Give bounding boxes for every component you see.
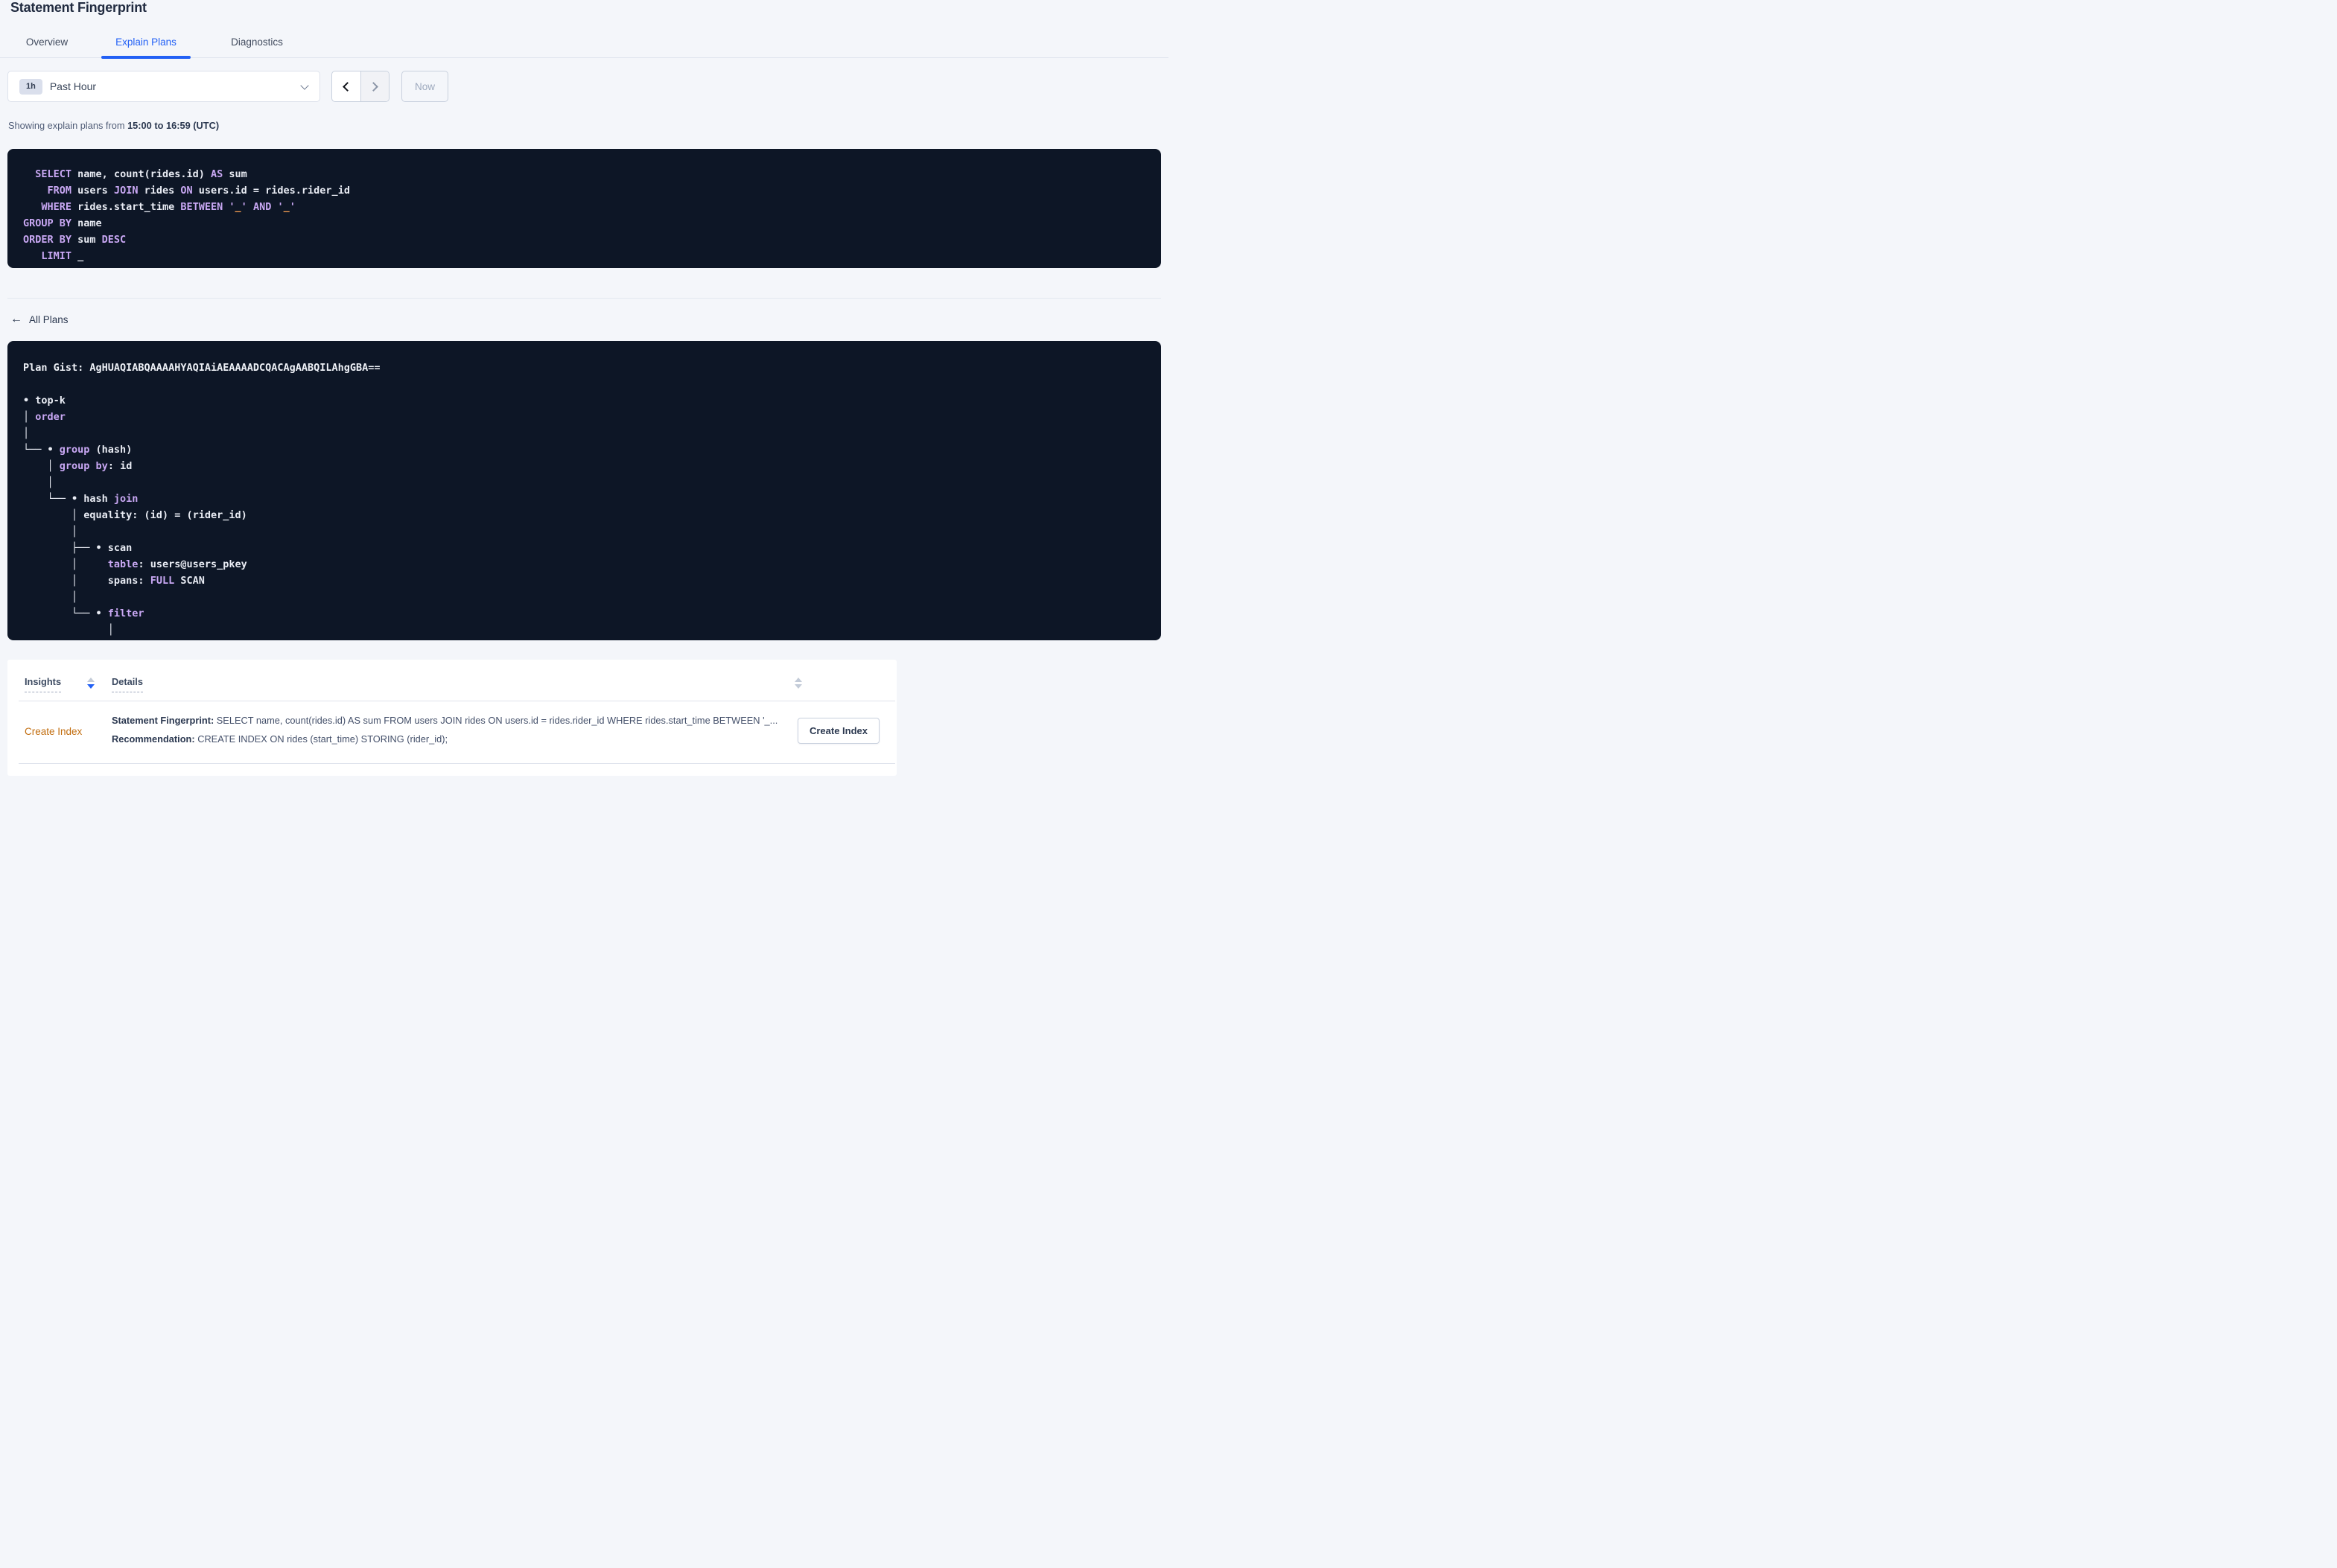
next-time-button[interactable] xyxy=(360,71,389,101)
column-header-insights[interactable]: Insights xyxy=(25,676,62,692)
all-plans-back-link[interactable]: ← All Plans xyxy=(10,313,69,325)
detail-recommendation-label: Recommendation: xyxy=(112,733,195,745)
table-row-divider xyxy=(19,763,895,764)
now-button[interactable]: Now xyxy=(401,71,448,102)
sort-up-triangle xyxy=(87,678,95,682)
plan-tree: • top-k │ order │ └── • group (hash) │ grou… xyxy=(23,395,247,636)
chevron-down-icon xyxy=(300,81,309,90)
sql-statement-code: SELECT name, count(rides.id) AS sum FROM… xyxy=(23,168,350,262)
page-title: Statement Fingerprint xyxy=(10,0,147,15)
create-index-button[interactable]: Create Index xyxy=(797,718,880,744)
all-plans-label: All Plans xyxy=(29,313,69,325)
insights-table-card: Insights Details Create Index Statement … xyxy=(7,660,897,776)
time-nav-group xyxy=(331,71,390,102)
tab-explain-plans[interactable]: Explain Plans xyxy=(101,30,191,59)
time-range-value: Past Hour xyxy=(49,80,97,92)
detail-recommendation-text: CREATE INDEX ON rides (start_time) STORI… xyxy=(194,733,448,745)
tab-bar: Overview Explain Plans Diagnostics xyxy=(0,30,1168,59)
sort-down-triangle xyxy=(87,684,95,689)
sort-down-triangle xyxy=(795,684,802,689)
time-range-badge: 1h xyxy=(19,78,42,95)
sort-icon-insights[interactable] xyxy=(87,678,95,689)
detail-fingerprint: Statement Fingerprint: SELECT name, coun… xyxy=(112,715,778,726)
chevron-right-icon xyxy=(369,81,378,92)
plan-gist-box: Plan Gist: AgHUAQIABQAAAAHYAQIAiAEAAAADC… xyxy=(7,341,1161,640)
prev-time-button[interactable] xyxy=(332,71,360,101)
chevron-left-icon xyxy=(343,81,353,92)
sort-icon-details[interactable] xyxy=(795,678,802,689)
detail-fingerprint-text: SELECT name, count(rides.id) AS sum FROM… xyxy=(214,715,778,726)
plan-gist-text: Plan Gist: AgHUAQIABQAAAAHYAQIAiAEAAAADC… xyxy=(23,362,381,374)
tab-diagnostics[interactable]: Diagnostics xyxy=(215,30,299,57)
range-caption-range: 15:00 to 16:59 (UTC) xyxy=(127,120,220,131)
back-arrow-icon: ← xyxy=(10,313,22,325)
insight-create-index-link[interactable]: Create Index xyxy=(25,726,82,737)
sql-statement-box: SELECT name, count(rides.id) AS sum FROM… xyxy=(7,149,1161,268)
range-caption-prefix: Showing explain plans from xyxy=(8,120,128,131)
section-divider xyxy=(7,298,1161,299)
detail-recommendation: Recommendation: CREATE INDEX ON rides (s… xyxy=(112,733,448,745)
sort-up-triangle xyxy=(795,678,802,682)
detail-fingerprint-label: Statement Fingerprint: xyxy=(112,715,214,726)
range-caption: Showing explain plans from 15:00 to 16:5… xyxy=(8,120,219,131)
time-range-select[interactable]: 1h Past Hour xyxy=(7,71,320,102)
tab-overview[interactable]: Overview xyxy=(6,30,88,57)
column-header-details[interactable]: Details xyxy=(112,676,143,692)
